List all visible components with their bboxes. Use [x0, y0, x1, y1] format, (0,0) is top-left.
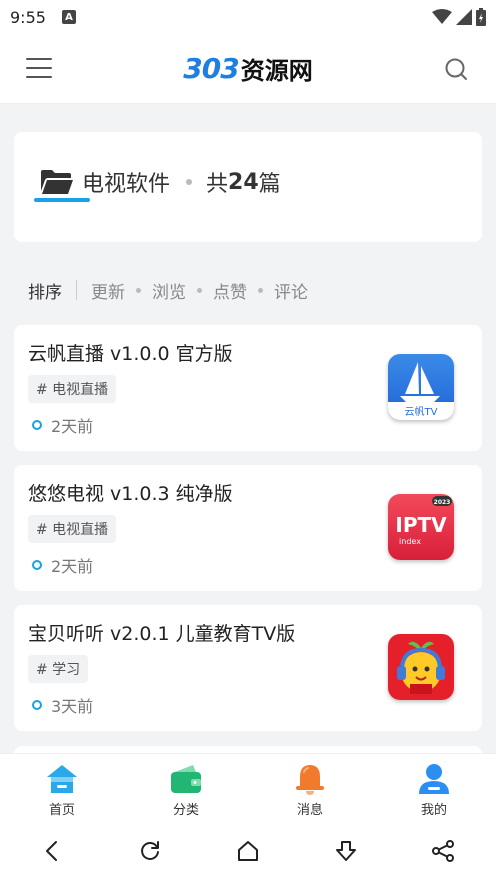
thumb-badge: 2023: [434, 499, 451, 506]
system-nav-bar: [0, 821, 496, 881]
post-card[interactable]: 悠悠电视 v1.0.3 纯净版 # 电视直播 2天前 2023 IPTV ind…: [14, 465, 482, 591]
sort-divider: [76, 280, 77, 300]
thumb-caption: IPTV: [395, 513, 447, 537]
signal-icon: [456, 9, 472, 25]
wifi-icon: [432, 9, 452, 24]
post-tag[interactable]: # 学习: [28, 655, 89, 683]
share-icon[interactable]: [423, 831, 463, 871]
post-time: 2天前: [32, 413, 93, 437]
category-count-suffix: 篇: [258, 172, 281, 197]
site-logo[interactable]: 303 资源网: [183, 51, 312, 86]
sort-bar: 排序 更新 浏览 点赞 评论: [28, 278, 308, 303]
post-card[interactable]: 云帆直播 v1.0.0 官方版 # 电视直播 2天前 云帆TV: [14, 325, 482, 451]
tab-profile[interactable]: 我的: [372, 754, 496, 821]
category-count-prefix: 共: [206, 172, 229, 197]
post-card[interactable]: 宝贝听听 v2.0.1 儿童教育TV版 # 学习 3天前: [14, 605, 482, 731]
status-time: 9:55: [10, 7, 46, 27]
iptv-app-icon[interactable]: 2023 IPTV index: [388, 494, 454, 560]
baby-listen-app-icon[interactable]: [388, 634, 454, 700]
tab-home[interactable]: 首页: [0, 754, 124, 821]
tab-messages[interactable]: 消息: [248, 754, 372, 821]
home-outline-icon[interactable]: [228, 831, 268, 871]
sort-option-views[interactable]: 浏览: [152, 278, 186, 303]
thumb-subcaption: index: [399, 537, 421, 546]
category-name: 电视软件: [82, 172, 171, 197]
category-underline: [34, 198, 90, 202]
tab-label: 消息: [296, 803, 323, 818]
bell-icon: [296, 765, 324, 795]
post-title[interactable]: 悠悠电视 v1.0.3 纯净版: [28, 479, 233, 506]
category-count: 24: [228, 169, 259, 195]
battery-icon: [476, 8, 486, 26]
hamburger-icon[interactable]: [26, 57, 54, 81]
user-icon: [419, 764, 449, 794]
sort-option-comments[interactable]: 评论: [274, 278, 308, 303]
search-icon[interactable]: [444, 57, 470, 83]
clock-dot-icon: [32, 560, 42, 570]
category-title-row: 电视软件 共 24 篇: [40, 166, 281, 198]
separator-dot: [136, 287, 141, 293]
post-time-text: 3天前: [51, 697, 94, 716]
clock-dot-icon: [32, 700, 42, 710]
separator-dot: [186, 179, 193, 185]
post-title[interactable]: 云帆直播 v1.0.0 官方版: [28, 339, 233, 366]
logo-text: 资源网: [240, 57, 313, 85]
back-icon[interactable]: [33, 831, 73, 871]
tab-label: 分类: [172, 803, 199, 818]
separator-dot: [258, 287, 263, 293]
post-time-text: 2天前: [51, 417, 94, 436]
thumb-caption: 云帆TV: [405, 405, 438, 418]
post-time: 2天前: [32, 553, 93, 577]
tab-label: 首页: [48, 803, 75, 818]
category-header-card: 电视软件 共 24 篇: [14, 132, 482, 242]
clock-dot-icon: [32, 420, 42, 430]
sort-option-update[interactable]: 更新: [91, 278, 125, 303]
status-bar: 9:55 A: [0, 0, 496, 34]
download-icon[interactable]: [326, 831, 366, 871]
home-icon: [47, 765, 77, 793]
post-tag[interactable]: # 电视直播: [28, 515, 117, 543]
logo-number: 303: [183, 52, 239, 85]
post-tag[interactable]: # 电视直播: [28, 375, 117, 403]
app-header: 303 资源网: [0, 34, 496, 104]
sort-option-likes[interactable]: 点赞: [213, 278, 247, 303]
separator-dot: [197, 287, 202, 293]
notification-icon: A: [61, 10, 76, 24]
wallet-icon: [171, 765, 201, 793]
status-icons: [432, 8, 486, 26]
tab-category[interactable]: 分类: [124, 754, 248, 821]
refresh-icon[interactable]: [130, 831, 170, 871]
tab-label: 我的: [420, 803, 447, 818]
post-time-text: 2天前: [51, 557, 94, 576]
folder-open-icon: [41, 170, 73, 194]
sort-label: 排序: [28, 282, 62, 303]
yunfan-tv-app-icon[interactable]: 云帆TV: [388, 354, 454, 420]
post-title[interactable]: 宝贝听听 v2.0.1 儿童教育TV版: [28, 619, 295, 646]
post-time: 3天前: [32, 693, 93, 717]
bottom-tab-bar: 首页 分类 消息 我的: [0, 753, 496, 821]
